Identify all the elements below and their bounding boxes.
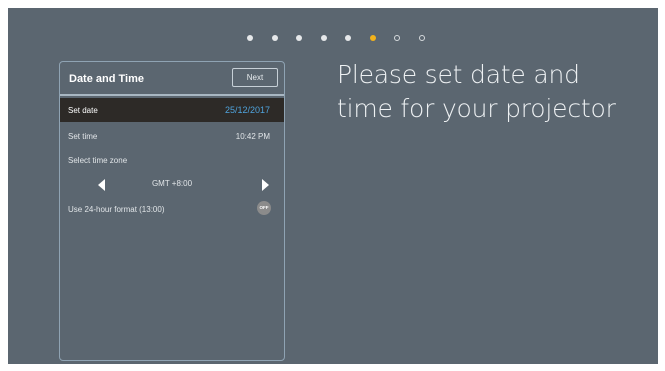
time-zone-value: GMT +8:00	[151, 179, 193, 188]
date-time-panel: Date and Time Next Set date 25/12/2017 S…	[59, 61, 285, 361]
time-zone-label-row: Select time zone	[60, 148, 284, 172]
step-dot-1	[247, 35, 253, 41]
headline-line-2: time for your projector	[337, 94, 616, 123]
step-dot-5	[345, 35, 351, 41]
step-dot-8	[418, 35, 425, 41]
setup-screen: Date and Time Next Set date 25/12/2017 S…	[8, 8, 658, 364]
step-dot-7	[394, 35, 400, 41]
step-progress-indicator	[247, 35, 443, 41]
headline-line-1: Please set date and	[337, 60, 580, 89]
format-24h-toggle[interactable]: OFF	[257, 201, 271, 215]
panel-header: Date and Time Next	[60, 62, 284, 96]
arrow-right-icon[interactable]	[262, 179, 269, 191]
panel-title: Date and Time	[69, 73, 144, 85]
set-date-row[interactable]: Set date 25/12/2017	[60, 98, 284, 122]
step-dot-6-current	[369, 35, 376, 41]
set-time-label: Set time	[68, 132, 98, 141]
step-dot-4	[320, 35, 327, 41]
set-time-row[interactable]: Set time 10:42 PM	[60, 124, 284, 148]
set-time-value: 10:42 PM	[235, 132, 270, 141]
step-dot-3	[296, 35, 302, 41]
time-zone-selector[interactable]: GMT +8:00	[60, 174, 284, 194]
format-24h-label: Use 24-hour format (13:00)	[68, 205, 165, 214]
set-date-value: 25/12/2017	[224, 105, 270, 115]
step-dot-2	[271, 35, 278, 41]
time-zone-label: Select time zone	[68, 156, 128, 165]
setup-instruction-headline: Please set date and time for your projec…	[337, 58, 652, 126]
set-date-label: Set date	[68, 106, 98, 115]
next-button[interactable]: Next	[232, 68, 278, 87]
format-24h-row[interactable]: Use 24-hour format (13:00) OFF	[60, 197, 284, 221]
